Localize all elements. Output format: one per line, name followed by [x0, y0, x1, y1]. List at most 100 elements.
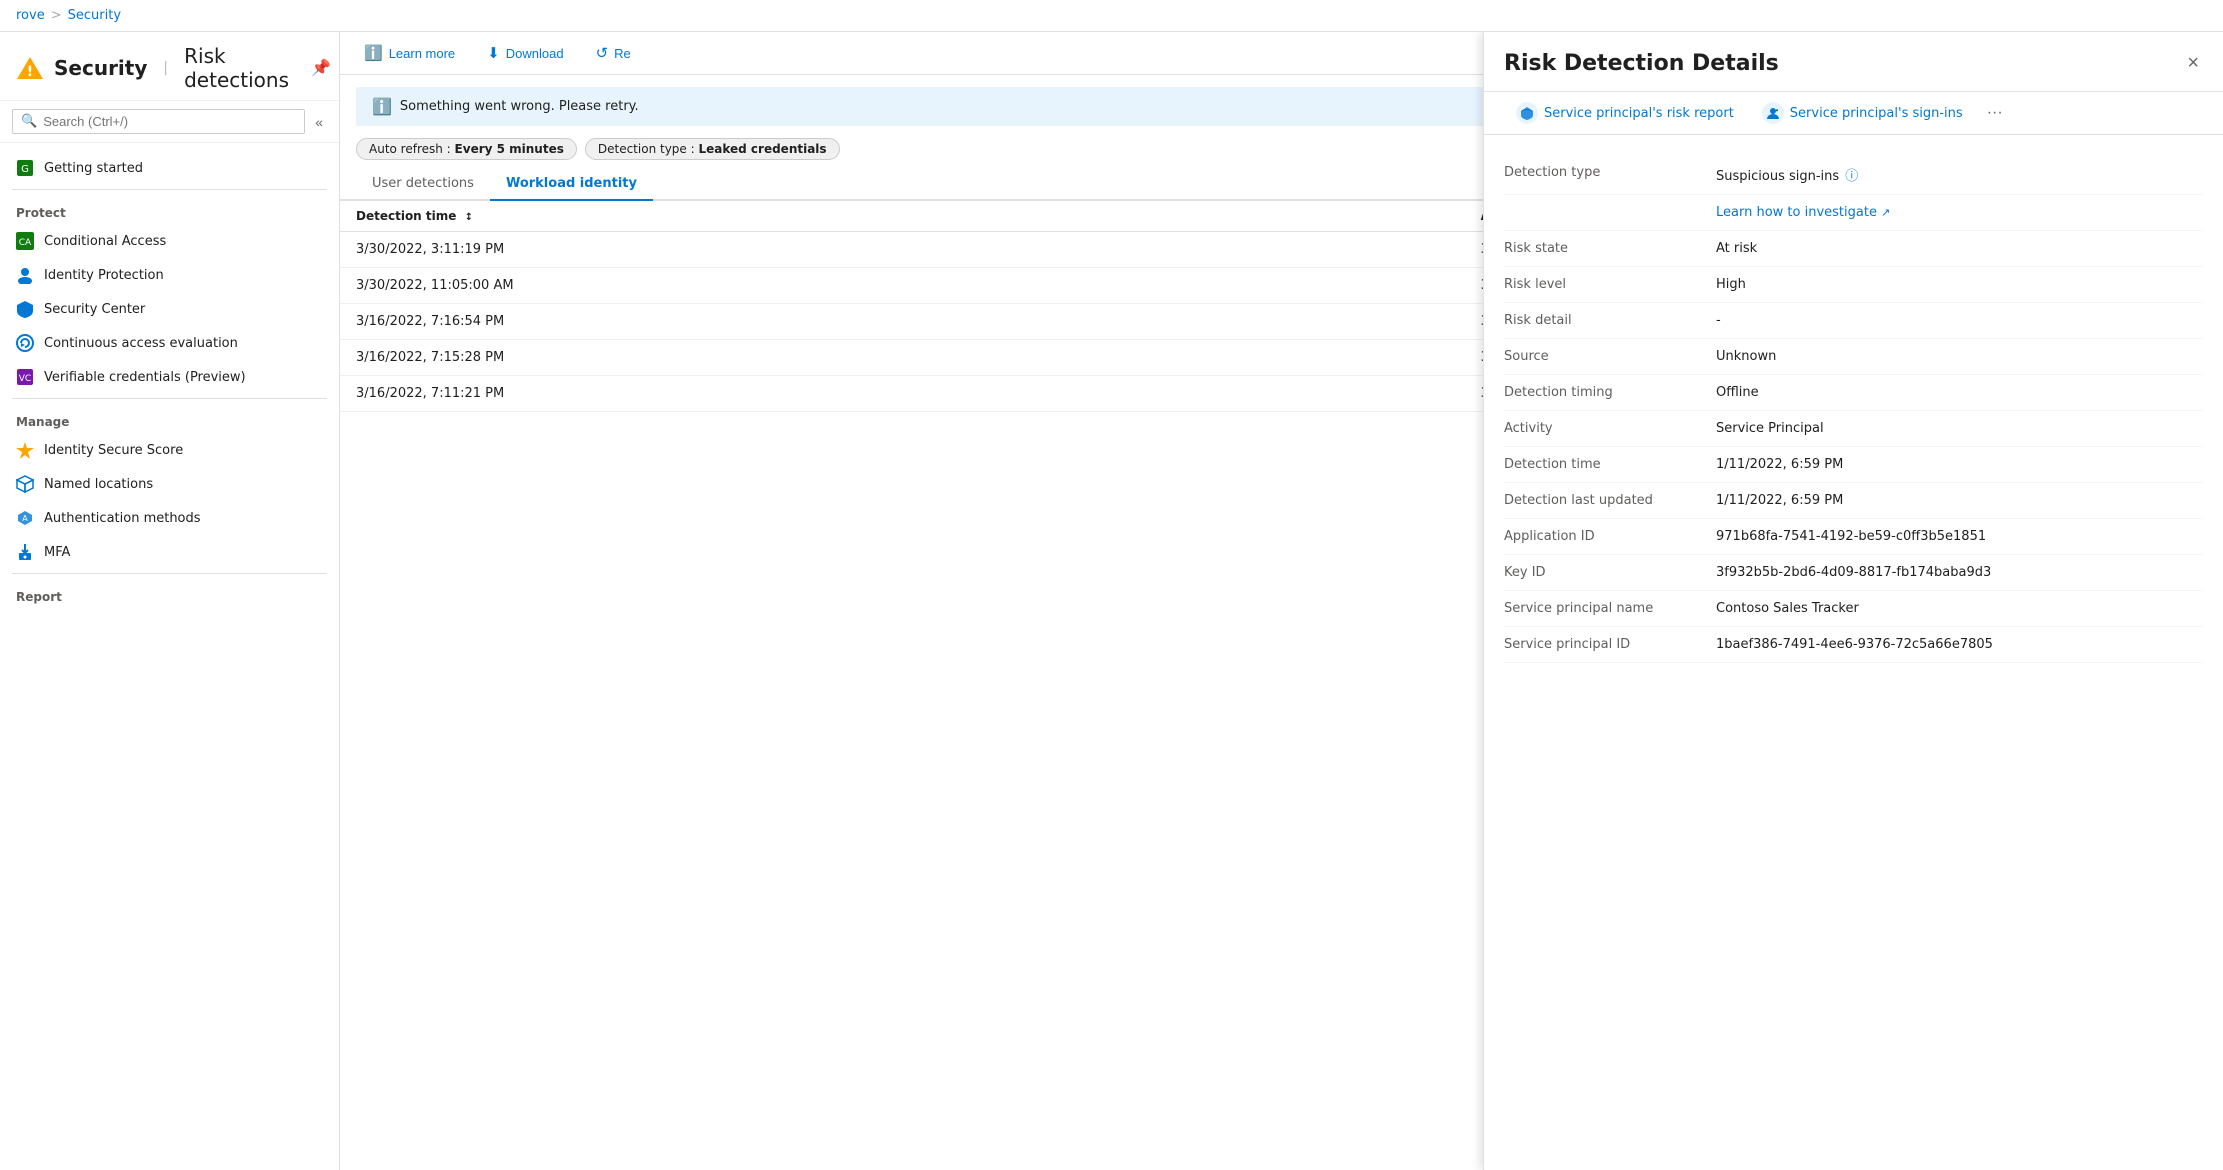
- detail-field-label: Risk detail: [1504, 313, 1704, 328]
- detail-field-row: Detection last updated1/11/2022, 6:59 PM: [1504, 483, 2203, 519]
- detail-field-label: Key ID: [1504, 565, 1704, 580]
- detail-field-value: Suspicious sign-insⓘ: [1716, 165, 2203, 184]
- breadcrumb: rove > Security: [0, 0, 2223, 32]
- pin-button[interactable]: 📌: [307, 56, 335, 80]
- sidebar-item-label: Verifiable credentials (Preview): [44, 370, 246, 385]
- refresh-icon: ↺: [596, 44, 609, 62]
- detection-time-cell[interactable]: 3/30/2022, 11:05:00 AM: [340, 268, 1465, 304]
- detection-time-cell[interactable]: 3/16/2022, 7:16:54 PM: [340, 304, 1465, 340]
- sidebar-item-identity-secure-score[interactable]: Identity Secure Score: [0, 433, 339, 467]
- sidebar-item-label: Continuous access evaluation: [44, 336, 238, 351]
- sidebar-item-mfa[interactable]: MFA: [0, 535, 339, 569]
- sidebar-item-authentication-methods[interactable]: A Authentication methods: [0, 501, 339, 535]
- detail-field-value: Offline: [1716, 385, 2203, 400]
- sidebar-item-named-locations[interactable]: Named locations: [0, 467, 339, 501]
- learn-more-button[interactable]: ℹ️ Learn more: [356, 40, 463, 66]
- detail-tabs-more-button[interactable]: ···: [1983, 96, 2007, 130]
- detail-field-label: Service principal name: [1504, 601, 1704, 616]
- sidebar: ! Security | Risk detections 📌 ··· 🔍 «: [0, 32, 340, 1170]
- detail-field-label: Detection type: [1504, 165, 1704, 180]
- sidebar-item-label: Named locations: [44, 477, 153, 492]
- breadcrumb-parent[interactable]: rove: [16, 8, 45, 23]
- svg-text:!: !: [27, 64, 33, 80]
- detection-time-cell[interactable]: 3/30/2022, 3:11:19 PM: [340, 232, 1465, 268]
- sidebar-item-continuous-access[interactable]: Continuous access evaluation: [0, 326, 339, 360]
- sort-icon: ↕: [465, 212, 473, 223]
- svg-text:VC: VC: [19, 374, 31, 384]
- report-divider: [12, 573, 327, 574]
- conditional-access-icon: CA: [16, 232, 34, 250]
- refresh-button[interactable]: ↺ Re: [588, 40, 639, 66]
- detail-field-value: At risk: [1716, 241, 2203, 256]
- getting-started-icon: G: [16, 159, 34, 177]
- detail-title: Risk Detection Details: [1504, 51, 1779, 76]
- detail-field-row: ActivityService Principal: [1504, 411, 2203, 447]
- detail-close-button[interactable]: ×: [2183, 48, 2203, 79]
- sidebar-item-getting-started[interactable]: G Getting started: [0, 151, 339, 185]
- detail-field-row: Risk stateAt risk: [1504, 231, 2203, 267]
- protect-divider: [12, 189, 327, 190]
- detail-field-value[interactable]: Learn how to investigate ↗: [1716, 205, 2203, 220]
- detail-tab-risk-report[interactable]: Service principal's risk report: [1504, 92, 1746, 134]
- column-detection-time[interactable]: Detection time ↕: [340, 201, 1465, 232]
- detail-field-value: 971b68fa-7541-4192-be59-c0ff3b5e1851: [1716, 529, 2203, 544]
- sidebar-item-label: Security Center: [44, 302, 145, 317]
- sidebar-item-verifiable-credentials[interactable]: VC Verifiable credentials (Preview): [0, 360, 339, 394]
- mfa-icon: [16, 543, 34, 561]
- detail-field-value: Contoso Sales Tracker: [1716, 601, 2203, 616]
- detection-time-cell[interactable]: 3/16/2022, 7:11:21 PM: [340, 376, 1465, 412]
- external-link-icon: ↗: [1881, 206, 1890, 219]
- continuous-access-icon: [16, 334, 34, 352]
- detail-content: Detection type Suspicious sign-insⓘ Learn …: [1484, 135, 2223, 1170]
- detail-header: Risk Detection Details ×: [1484, 32, 2223, 92]
- sidebar-item-conditional-access[interactable]: CA Conditional Access: [0, 224, 339, 258]
- detail-field-value: Unknown: [1716, 349, 2203, 364]
- info-icon: ℹ️: [364, 44, 383, 62]
- svg-text:A: A: [22, 514, 28, 523]
- report-section: Report: [0, 578, 339, 608]
- manage-divider: [12, 398, 327, 399]
- alert-message: Something went wrong. Please retry.: [400, 99, 639, 114]
- sidebar-item-label: Conditional Access: [44, 234, 166, 249]
- tab-user-detections[interactable]: User detections: [356, 168, 490, 201]
- authentication-methods-icon: A: [16, 509, 34, 527]
- detail-tabs: Service principal's risk report Service …: [1484, 92, 2223, 135]
- detail-field-label: Detection timing: [1504, 385, 1704, 400]
- filter-tag-detection-type[interactable]: Detection type : Leaked credentials: [585, 138, 840, 160]
- detail-panel: Risk Detection Details × Service princip…: [1483, 32, 2223, 1170]
- detail-field-label: Risk level: [1504, 277, 1704, 292]
- search-input[interactable]: [43, 114, 296, 129]
- sign-ins-icon: [1762, 102, 1784, 124]
- sidebar-item-security-center[interactable]: Security Center: [0, 292, 339, 326]
- collapse-sidebar-button[interactable]: «: [311, 110, 327, 134]
- detail-field-label: Detection last updated: [1504, 493, 1704, 508]
- search-box: 🔍: [12, 109, 305, 134]
- identity-secure-score-icon: [16, 441, 34, 459]
- identity-protection-icon: [16, 266, 34, 284]
- sidebar-item-identity-protection[interactable]: Identity Protection: [0, 258, 339, 292]
- detail-tab-sign-ins[interactable]: Service principal's sign-ins: [1750, 92, 1975, 134]
- security-center-icon: [16, 300, 34, 318]
- breadcrumb-current[interactable]: Security: [68, 8, 121, 23]
- detail-field-row: Detection time1/11/2022, 6:59 PM: [1504, 447, 2203, 483]
- sidebar-item-label: Identity Protection: [44, 268, 164, 283]
- sidebar-nav: G Getting started Protect CA Conditional…: [0, 143, 339, 1170]
- detail-field-value: -: [1716, 313, 2203, 328]
- detail-field-label: Source: [1504, 349, 1704, 364]
- detection-time-cell[interactable]: 3/16/2022, 7:15:28 PM: [340, 340, 1465, 376]
- filter-tag-refresh[interactable]: Auto refresh : Every 5 minutes: [356, 138, 577, 160]
- alert-icon: ℹ️: [372, 97, 392, 116]
- named-locations-icon: [16, 475, 34, 493]
- search-container: 🔍 «: [0, 101, 339, 143]
- search-icon: 🔍: [21, 114, 37, 129]
- tab-workload-identity[interactable]: Workload identity: [490, 168, 653, 201]
- page-subtitle: Risk detections: [184, 44, 289, 92]
- info-icon[interactable]: ⓘ: [1845, 169, 1858, 184]
- detail-field-value: 3f932b5b-2bd6-4d09-8817-fb174baba9d3: [1716, 565, 2203, 580]
- download-button[interactable]: ⬇ Download: [479, 40, 571, 66]
- page-header: ! Security | Risk detections 📌 ···: [0, 32, 339, 101]
- svg-text:G: G: [21, 164, 29, 175]
- detail-field-row: Detection timing Offline: [1504, 375, 2203, 411]
- manage-section: Manage: [0, 403, 339, 433]
- sidebar-item-label: Identity Secure Score: [44, 443, 183, 458]
